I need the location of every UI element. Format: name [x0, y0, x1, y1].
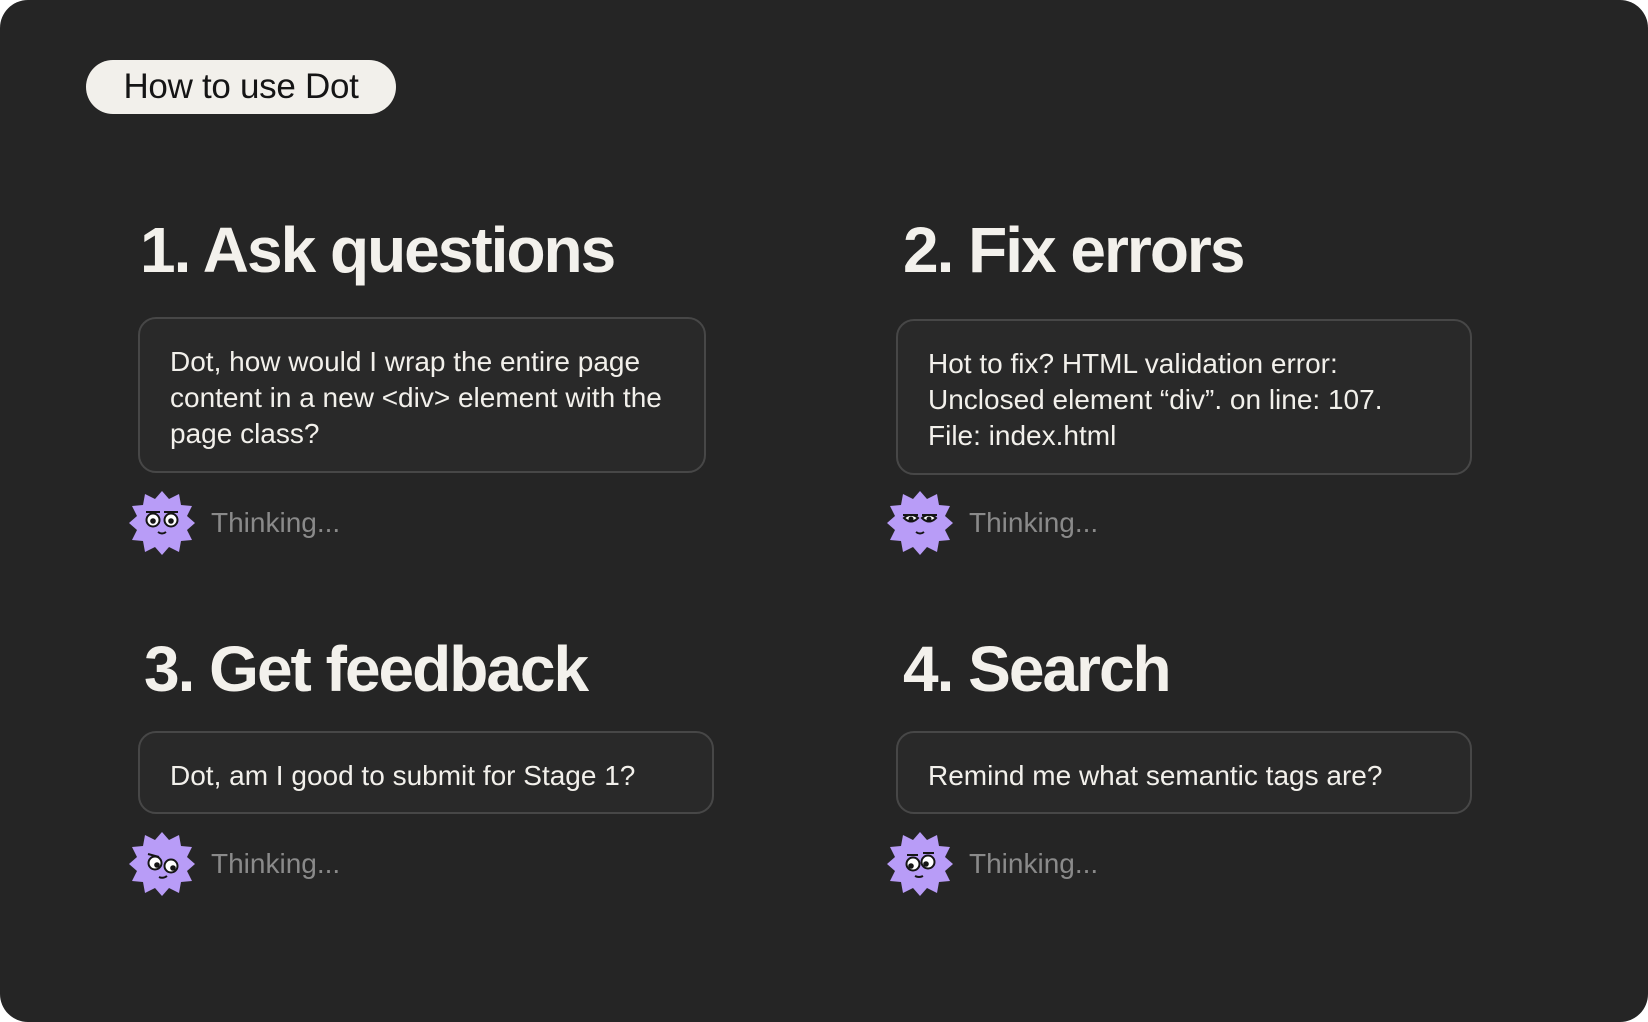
dot-mascot-icon [887, 832, 953, 896]
section-1-status: Thinking... [211, 507, 341, 538]
section-4-status: Thinking... [969, 848, 1099, 879]
section-2-title: 2. Fix errors [903, 214, 1245, 286]
how-to-use-dot-badge: How to use Dot [86, 60, 396, 114]
section-3-title: 3. Get feedback [144, 633, 589, 705]
how-to-use-dot-card: How to use Dot 1. Ask questions Dot, how… [0, 0, 1648, 1022]
dot-mascot-icon [887, 491, 953, 555]
section-1-title: 1. Ask questions [140, 214, 616, 286]
dot-mascot-icon [129, 491, 195, 555]
section-2-thinking-row: Thinking... [887, 490, 1098, 556]
dot-mascot-icon [129, 832, 195, 896]
section-1-message: Dot, how would I wrap the entire page co… [138, 317, 706, 473]
section-3-thinking-row: Thinking... [129, 831, 340, 897]
section-2-status: Thinking... [969, 507, 1099, 538]
section-3-message: Dot, am I good to submit for Stage 1? [138, 731, 714, 814]
section-2-message: Hot to fix? HTML validation error: Unclo… [896, 319, 1472, 475]
section-4-title: 4. Search [903, 633, 1172, 705]
section-3-status: Thinking... [211, 848, 341, 879]
section-4-message: Remind me what semantic tags are? [896, 731, 1472, 814]
section-1-thinking-row: Thinking... [129, 490, 340, 556]
section-4-thinking-row: Thinking... [887, 831, 1098, 897]
